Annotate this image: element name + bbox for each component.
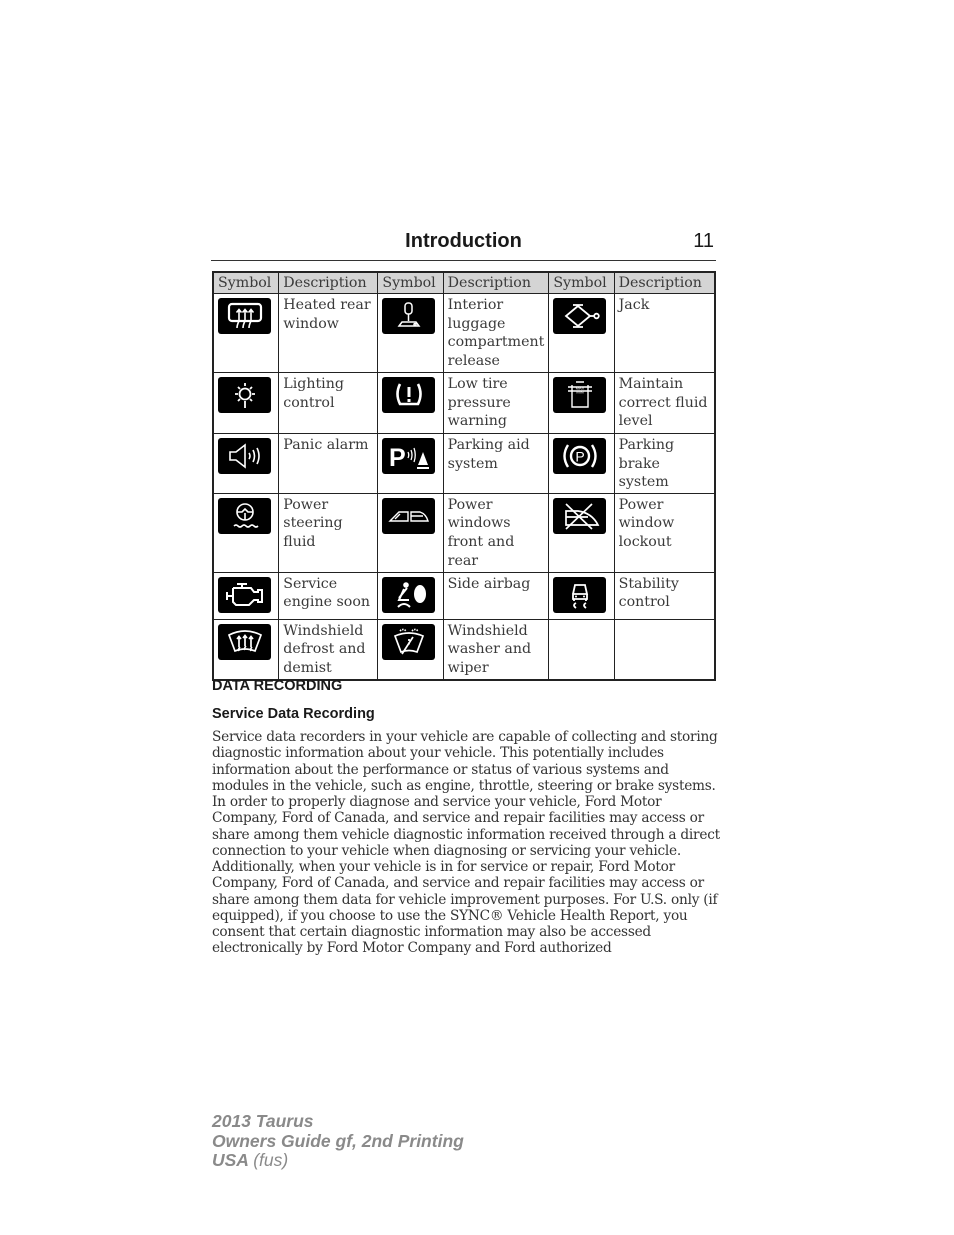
empty-description-cell: [613, 618, 716, 681]
column-header: Symbol: [377, 271, 444, 294]
page-number: 11: [693, 230, 714, 252]
description-cell: Power windows front and rear: [442, 492, 550, 573]
description-cell: Panic alarm: [278, 433, 379, 494]
footer-region: USA (fus): [212, 1150, 464, 1171]
symbol-cell: [212, 618, 280, 681]
description-cell: Windshield washer and wiper: [442, 618, 550, 681]
heated-rear-window-icon: [218, 298, 271, 334]
symbol-cell: [377, 571, 444, 620]
column-header: Description: [442, 271, 550, 294]
symbol-cell: [212, 571, 280, 620]
table-row: Panic alarm P Parking aid system P Parki…: [212, 433, 716, 494]
windshield-washer-icon: [382, 623, 436, 660]
description-cell: Side airbag: [442, 571, 550, 620]
description-cell: Parking aid system: [442, 433, 550, 494]
symbol-cell: P: [548, 433, 615, 494]
body-paragraph: Service data recorders in your vehicle a…: [212, 729, 720, 957]
column-header: Symbol: [548, 271, 615, 294]
jack-icon: [553, 298, 607, 334]
footer-country: USA: [212, 1150, 249, 1170]
column-header: Description: [613, 271, 716, 294]
table-row: Heated rear window Interior luggage comp…: [212, 293, 716, 373]
description-cell: Low tire pressure warning: [442, 372, 550, 434]
windshield-defrost-icon: [218, 623, 271, 660]
symbol-cell: [548, 492, 615, 573]
power-windows-icon: [382, 497, 436, 534]
description-cell: Service engine soon: [278, 571, 379, 620]
page-header: Introduction 11: [211, 230, 716, 261]
symbol-cell: [548, 293, 615, 373]
description-cell: Lighting control: [278, 372, 379, 434]
description-cell: Power steering fluid: [278, 492, 379, 573]
symbol-cell: [212, 372, 280, 434]
symbol-cell: [212, 492, 280, 573]
table-row: Lighting control Low tire pressure warni…: [212, 372, 716, 434]
interior-luggage-release-icon: [382, 298, 436, 334]
symbol-cell: [212, 293, 280, 373]
table-row: Windshield defrost and demist Windshield…: [212, 618, 716, 681]
table-header-row: Symbol Description Symbol Description Sy…: [212, 271, 716, 294]
symbol-cell: [548, 571, 615, 620]
footer-code: (fus): [253, 1150, 289, 1170]
description-cell: Heated rear window: [278, 293, 379, 373]
empty-symbol-cell: [548, 618, 615, 681]
table-row: Power steering fluid Power windows front…: [212, 492, 716, 573]
footer-model: 2013 Taurus: [212, 1111, 314, 1131]
parking-aid-icon: P: [382, 438, 436, 474]
footer-guide: Owners Guide gf, 2nd Printing: [212, 1130, 464, 1151]
description-cell: Parking brake system: [613, 433, 716, 494]
symbol-cell: [377, 293, 444, 373]
symbol-cell: MAX MIN: [548, 372, 615, 434]
stability-control-icon: [553, 576, 607, 613]
description-cell: Interior luggage compartment release: [442, 293, 550, 373]
page-title: Introduction: [405, 230, 522, 252]
svg-text:P: P: [575, 449, 584, 465]
low-tire-pressure-icon: [382, 377, 436, 413]
fluid-level-icon: MAX MIN: [553, 377, 607, 413]
svg-text:MIN: MIN: [576, 390, 583, 395]
lighting-control-icon: [218, 377, 271, 413]
description-cell: Power window lockout: [613, 492, 716, 573]
subsection-heading: Service Data Recording: [212, 706, 375, 722]
svg-text:P: P: [389, 444, 406, 471]
description-cell: Maintain correct fluid level: [613, 372, 716, 434]
symbol-cell: [377, 492, 444, 573]
service-engine-icon: [218, 576, 271, 613]
column-header: Description: [278, 271, 379, 294]
symbol-cell: [212, 433, 280, 494]
footer: 2013 Taurus Owners Guide gf, 2nd Printin…: [212, 1111, 464, 1171]
symbol-table: Symbol Description Symbol Description Sy…: [212, 271, 716, 682]
description-cell: Jack: [613, 293, 716, 373]
description-cell: Stability control: [613, 571, 716, 620]
parking-brake-icon: P: [553, 438, 607, 474]
panic-alarm-icon: [218, 438, 271, 474]
column-header: Symbol: [212, 271, 280, 294]
section-heading: DATA RECORDING: [212, 678, 343, 694]
side-airbag-icon: [382, 576, 436, 613]
symbol-cell: P: [377, 433, 444, 494]
power-steering-fluid-icon: [218, 497, 271, 534]
table-row: Service engine soon Side airbag Stabilit…: [212, 571, 716, 620]
power-window-lockout-icon: [553, 497, 607, 534]
symbol-cell: [377, 618, 444, 681]
description-cell: Windshield defrost and demist: [278, 618, 379, 681]
symbol-cell: [377, 372, 444, 434]
